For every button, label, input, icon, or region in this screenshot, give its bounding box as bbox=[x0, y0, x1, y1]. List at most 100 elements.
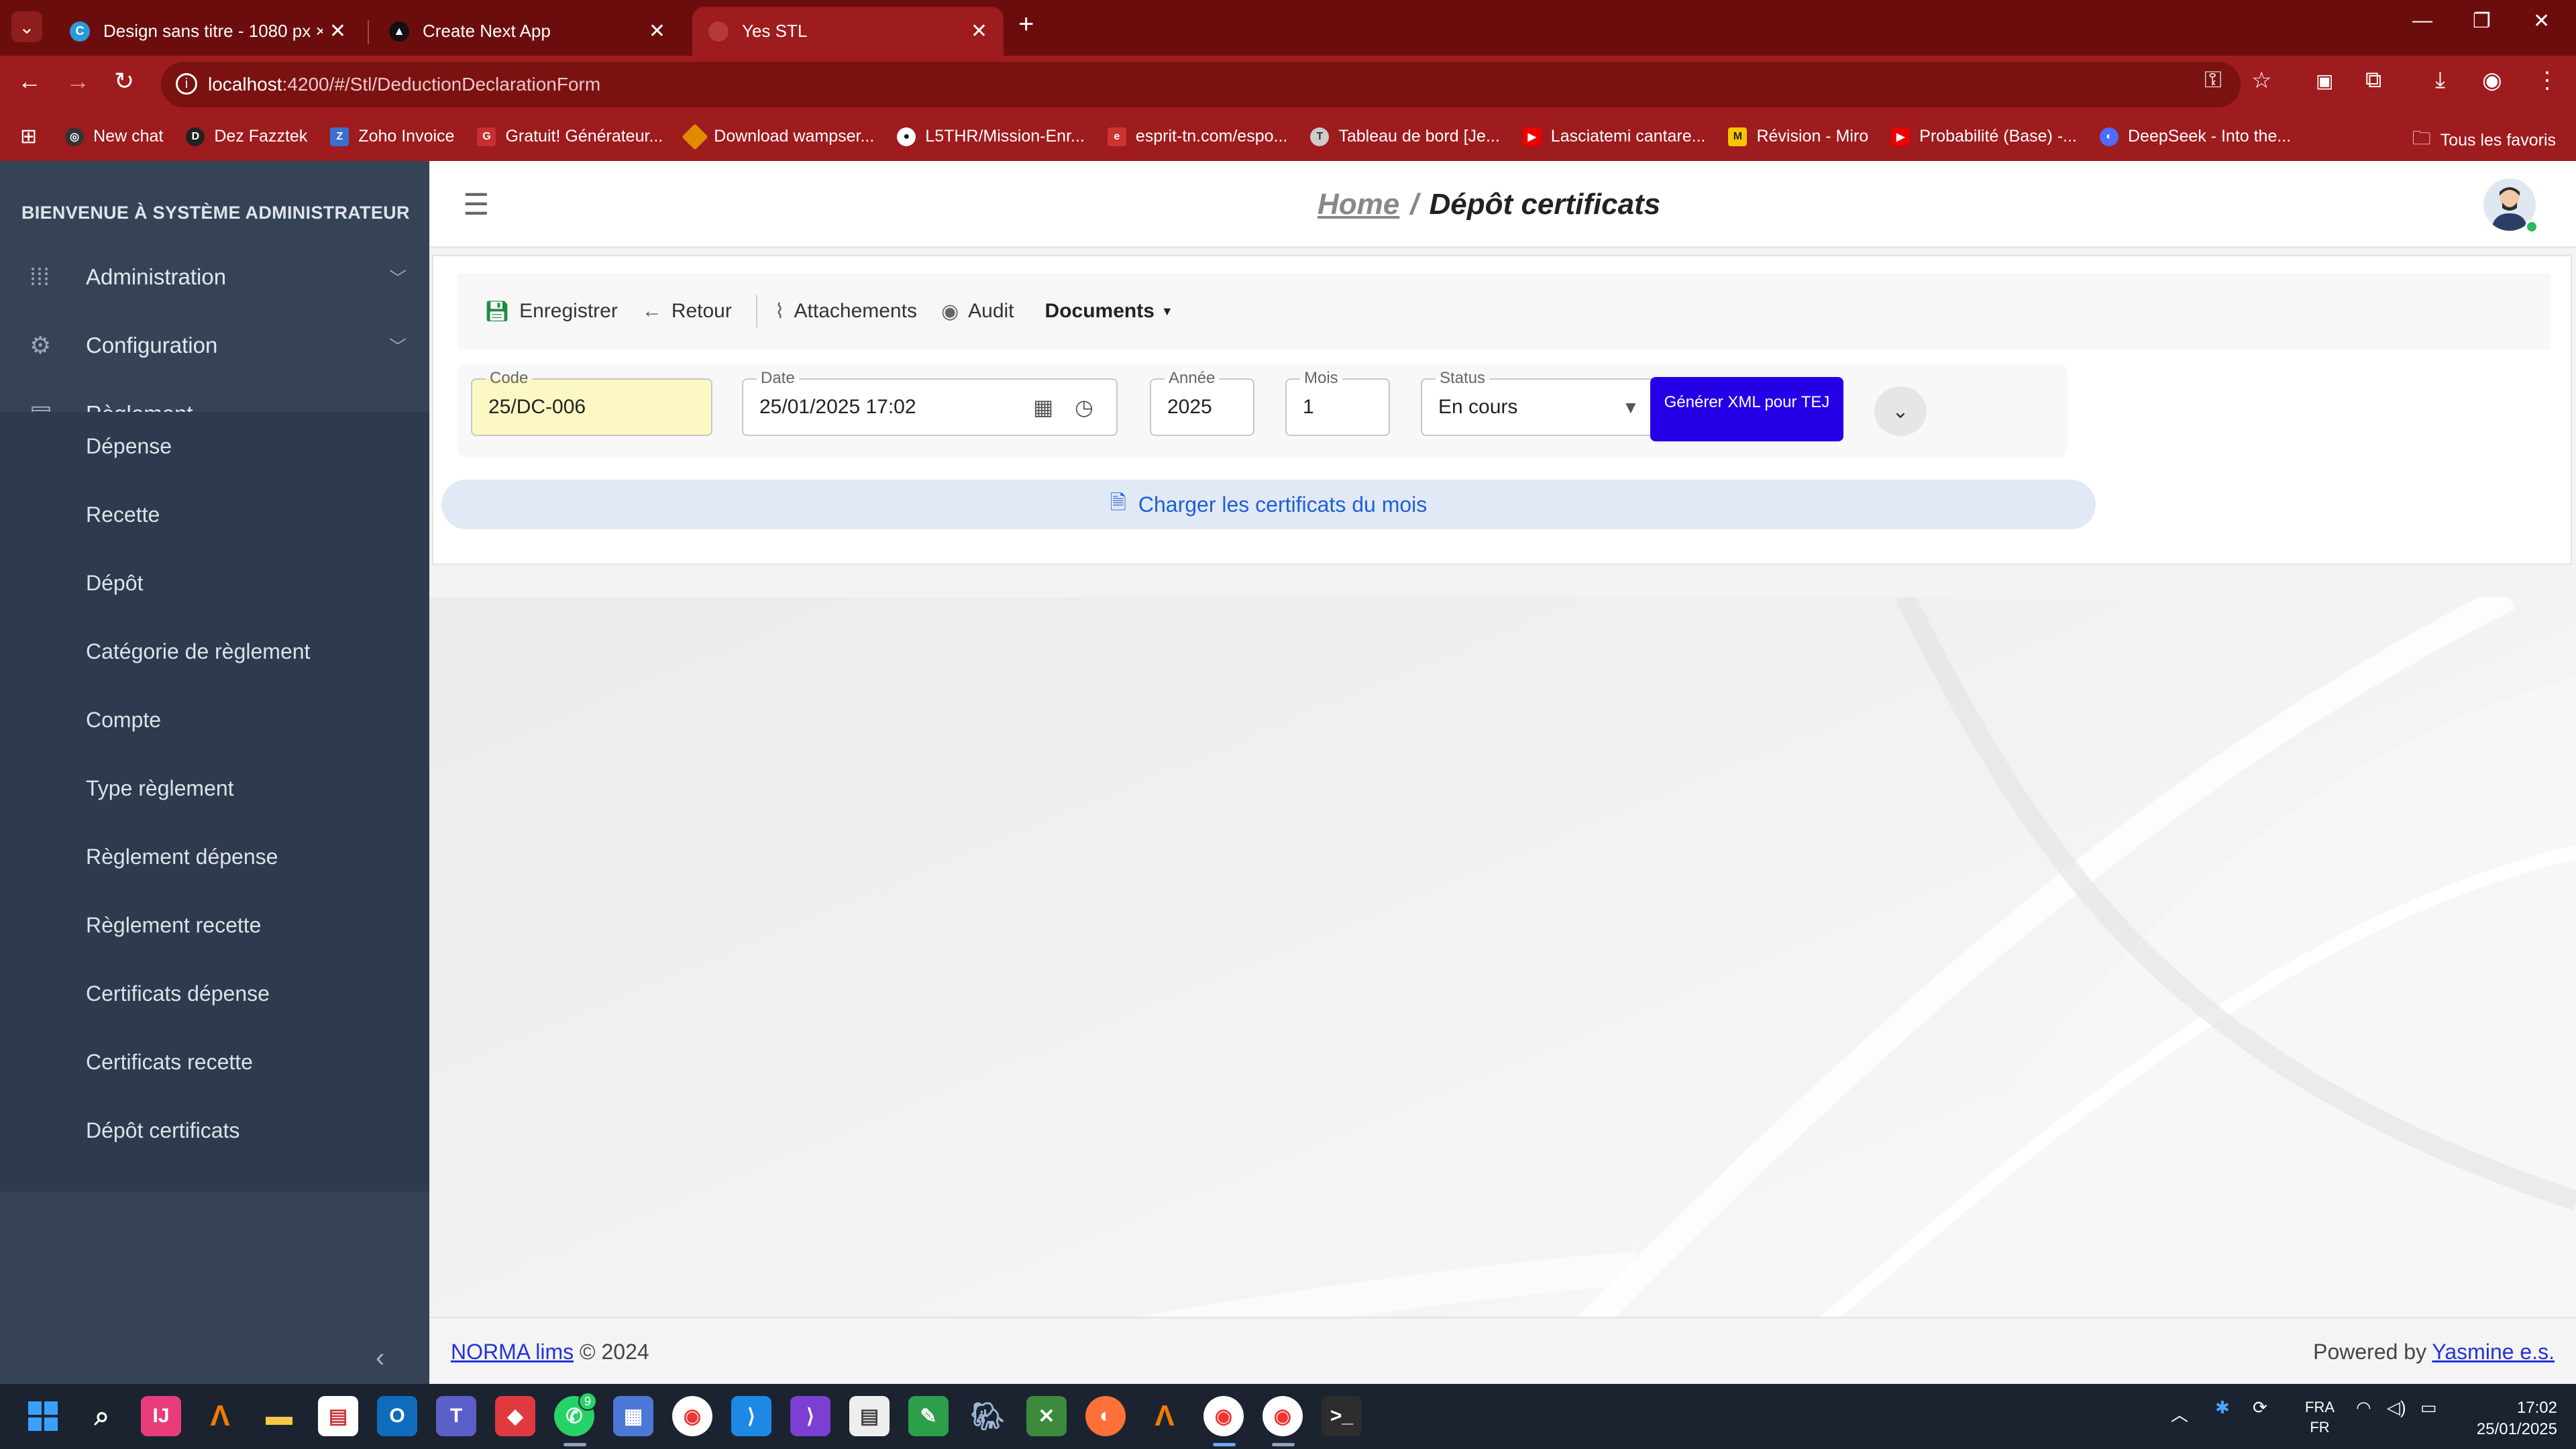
close-tab-icon[interactable]: ✕ bbox=[329, 19, 346, 43]
app-icon[interactable]: ▦ bbox=[613, 1396, 653, 1436]
sidebar-item-configuration[interactable]: ⚙ Configuration ﹀ bbox=[0, 311, 429, 380]
file-explorer-icon[interactable]: ▬ bbox=[259, 1396, 299, 1436]
sidebar-item-compte[interactable]: Compte bbox=[0, 686, 429, 754]
bookmark-item[interactable]: ● L5THR/Mission-Enr... bbox=[897, 127, 1085, 146]
vscode-icon[interactable]: ⟩ bbox=[731, 1396, 771, 1436]
app-lambda-icon[interactable]: Λ bbox=[1144, 1396, 1185, 1436]
teams-icon[interactable]: T bbox=[436, 1396, 476, 1436]
attachments-button[interactable]: ⌇ Attachements bbox=[775, 300, 917, 323]
sidebar-item-recette[interactable]: Recette bbox=[0, 480, 429, 549]
powered-by-link[interactable]: Yasmine e.s. bbox=[2432, 1340, 2555, 1364]
load-certificates-button[interactable]: 🗎 Charger les certificats du mois bbox=[441, 480, 2096, 529]
sidebar-item-certificats-depense[interactable]: Certificats dépense bbox=[0, 959, 429, 1028]
sidebar-item-categorie-reglement[interactable]: Catégorie de règlement bbox=[0, 617, 429, 686]
sidebar-item-reglement-depense[interactable]: Règlement dépense bbox=[0, 822, 429, 891]
sidebar-item-reglement-recette[interactable]: Règlement recette bbox=[0, 891, 429, 959]
clock-icon[interactable]: ◷ bbox=[1075, 394, 1093, 420]
sidebar-item-depot-certificats[interactable]: Dépôt certificats bbox=[0, 1096, 429, 1165]
app-icon[interactable]: ▤ bbox=[318, 1396, 358, 1436]
expand-button[interactable]: ⌄ bbox=[1874, 386, 1927, 436]
browser-tab-nextapp[interactable]: ▲ Create Next App ✕ bbox=[373, 7, 682, 56]
generate-xml-button[interactable]: Générer XML pour TEJ bbox=[1650, 377, 1843, 441]
sync-icon[interactable]: ⟳ bbox=[2253, 1397, 2267, 1418]
close-window-icon[interactable]: ✕ bbox=[2533, 9, 2550, 33]
calendar-icon[interactable]: ▦ bbox=[1033, 394, 1053, 420]
back-icon[interactable]: ← bbox=[17, 67, 42, 95]
tray-overflow-icon[interactable]: ︿ bbox=[2171, 1401, 2188, 1426]
reload-icon[interactable]: ↻ bbox=[114, 67, 134, 95]
date-field[interactable]: Date 25/01/2025 17:02 ▦ ◷ bbox=[742, 369, 1118, 436]
sidebar-item-depense[interactable]: Dépense bbox=[0, 412, 429, 480]
bookmark-item[interactable]: e esprit-tn.com/espo... bbox=[1107, 127, 1287, 146]
documents-dropdown[interactable]: Documents ▼ bbox=[1045, 300, 1173, 323]
system-clock[interactable]: 17:02 25/01/2025 bbox=[2477, 1397, 2557, 1440]
audit-button[interactable]: ◉ Audit bbox=[941, 300, 1014, 323]
browser-tab-yesstl[interactable]: Yes STL ✕ bbox=[692, 7, 1004, 56]
more-menu-icon[interactable]: ⋮ bbox=[2536, 67, 2559, 94]
bookmark-star-icon[interactable]: ☆ bbox=[2251, 67, 2271, 94]
notepad-icon[interactable]: ✎ bbox=[908, 1396, 949, 1436]
month-field[interactable]: Mois 1 bbox=[1285, 369, 1390, 436]
bookmark-item[interactable]: Z Zoho Invoice bbox=[330, 127, 454, 146]
close-tab-icon[interactable]: ✕ bbox=[971, 19, 987, 43]
extension-badge-icon[interactable]: ▣ bbox=[2316, 70, 2333, 92]
app-icon[interactable]: ✕ bbox=[1026, 1396, 1067, 1436]
menu-toggle-icon[interactable]: ☰ bbox=[463, 188, 489, 222]
outlook-icon[interactable]: O bbox=[377, 1396, 417, 1436]
visual-studio-icon[interactable]: ⟩ bbox=[790, 1396, 830, 1436]
browser-tab-canva[interactable]: C Design sans titre - 1080 px × 10 ✕ bbox=[54, 7, 362, 56]
wifi-icon[interactable]: ◠ bbox=[2356, 1397, 2371, 1418]
url-field[interactable]: i localhost:4200/#/Stl/DeductionDeclarat… bbox=[161, 62, 2241, 107]
bookmark-item[interactable]: ◎ New chat bbox=[65, 127, 163, 146]
bookmark-item[interactable]: Download wampser... bbox=[682, 123, 874, 150]
tab-search-button[interactable]: ⌄ bbox=[11, 11, 42, 42]
bookmark-item[interactable]: ▶ Lasciatemi cantare... bbox=[1522, 127, 1705, 146]
code-field[interactable]: Code 25/DC-006 bbox=[471, 369, 712, 436]
chrome-icon[interactable]: ◉ bbox=[1203, 1396, 1244, 1436]
close-tab-icon[interactable]: ✕ bbox=[649, 19, 665, 43]
chrome-icon[interactable]: ◉ bbox=[1263, 1396, 1303, 1436]
status-select[interactable]: Status En cours ▼ bbox=[1421, 369, 1661, 436]
jetbrains-icon[interactable]: IJ bbox=[141, 1396, 181, 1436]
sidebar-item-certificats-recette[interactable]: Certificats recette bbox=[0, 1028, 429, 1096]
password-key-icon[interactable]: ⚿ bbox=[2204, 67, 2222, 93]
bookmark-item[interactable]: M Révision - Miro bbox=[1728, 127, 1868, 146]
bookmark-item[interactable]: ◐ DeepSeek - Into the... bbox=[2100, 127, 2291, 146]
sidebar-item-administration[interactable]: ⁞⁞⁞ Administration ﹀ bbox=[0, 243, 429, 311]
bookmark-item[interactable]: T Tableau de bord [Je... bbox=[1310, 127, 1500, 146]
forward-icon[interactable]: → bbox=[66, 67, 90, 95]
year-field[interactable]: Année 2025 bbox=[1150, 369, 1254, 436]
bookmark-item[interactable]: D Dez Fazztek bbox=[186, 127, 307, 146]
extensions-icon[interactable]: ⧉ bbox=[2365, 67, 2381, 93]
save-button[interactable]: 💾︎ Enregistrer bbox=[484, 300, 618, 323]
volume-icon[interactable]: ◁) bbox=[2387, 1397, 2406, 1418]
minimize-icon[interactable]: — bbox=[2412, 9, 2432, 32]
download-icon[interactable]: ⤓ bbox=[2435, 67, 2445, 93]
bookmark-item[interactable]: ▶ Probabilité (Base) -... bbox=[1891, 127, 2077, 146]
back-button[interactable]: ← Retour bbox=[642, 300, 732, 323]
apps-grid-icon[interactable]: ⊞ bbox=[20, 125, 37, 148]
postgres-icon[interactable]: 🐘︎ bbox=[967, 1396, 1008, 1436]
chrome-icon[interactable]: ◉ bbox=[672, 1396, 712, 1436]
all-bookmarks-button[interactable]: 🗀 Tous les favoris bbox=[2412, 124, 2556, 156]
app-icon[interactable]: ▤ bbox=[849, 1396, 890, 1436]
new-tab-icon[interactable]: + bbox=[1018, 9, 1034, 40]
bluetooth-icon[interactable]: ✱ bbox=[2215, 1397, 2230, 1418]
search-icon[interactable]: ⌕ bbox=[82, 1396, 122, 1436]
battery-icon[interactable]: ▭ bbox=[2420, 1397, 2437, 1418]
site-info-icon[interactable]: i bbox=[176, 73, 197, 95]
breadcrumb-home-link[interactable]: Home bbox=[1318, 188, 1399, 221]
firefox-icon[interactable]: ◐ bbox=[1085, 1396, 1126, 1436]
profile-icon[interactable]: ◉ bbox=[2482, 67, 2502, 94]
language-indicator[interactable]: FRA FR bbox=[2305, 1397, 2334, 1438]
restore-icon[interactable]: ❐ bbox=[2473, 9, 2491, 33]
bookmark-item[interactable]: G Gratuit! Générateur... bbox=[477, 127, 663, 146]
anydesk-icon[interactable]: ◆ bbox=[495, 1396, 535, 1436]
app-lambda-icon[interactable]: Λ bbox=[200, 1396, 240, 1436]
sidebar-item-type-reglement[interactable]: Type règlement bbox=[0, 754, 429, 822]
windows-start-icon[interactable] bbox=[23, 1396, 63, 1436]
sidebar-collapse-icon[interactable]: ‹ bbox=[376, 1343, 384, 1373]
terminal-icon[interactable]: >_ bbox=[1322, 1396, 1362, 1436]
norma-lims-link[interactable]: NORMA lims bbox=[451, 1340, 574, 1364]
sidebar-item-depot[interactable]: Dépôt bbox=[0, 549, 429, 617]
